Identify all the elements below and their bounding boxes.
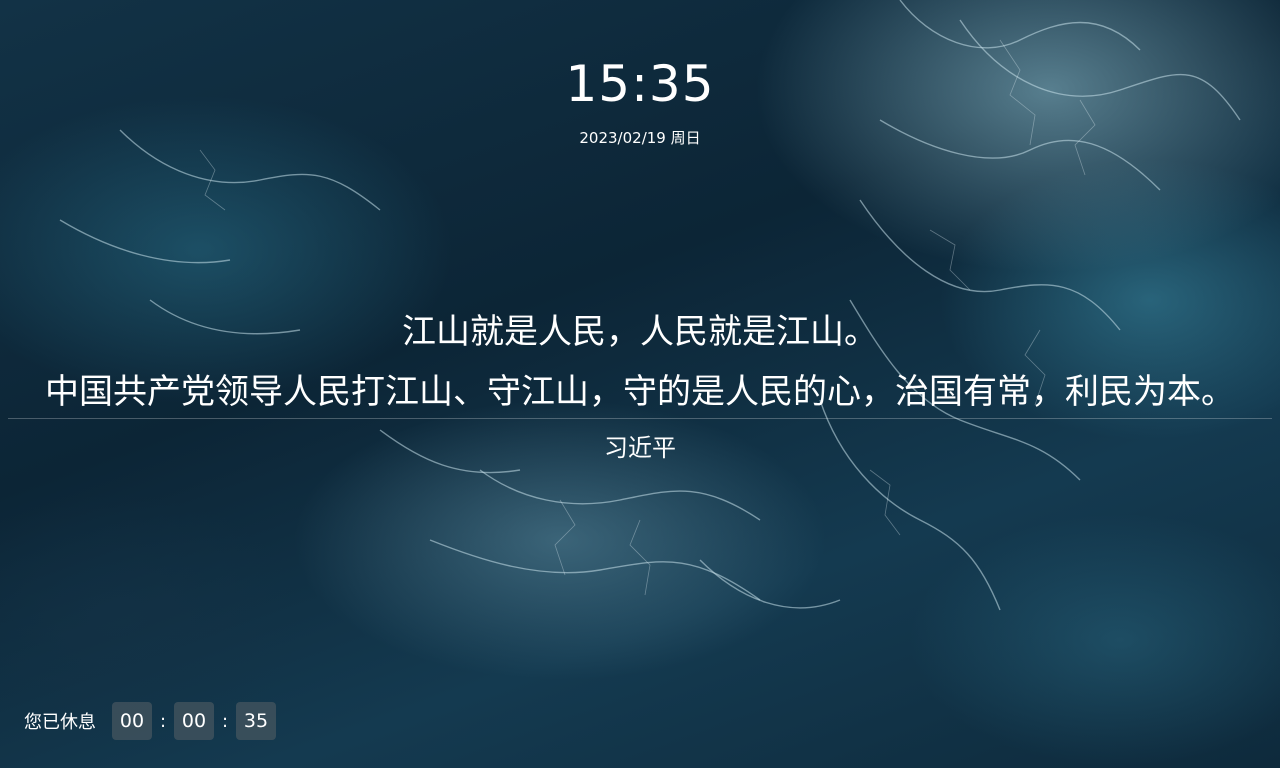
lock-screen: 15:35 2023/02/19 周日 江山就是人民，人民就是江山。 中国共产党… — [0, 0, 1280, 768]
quote-author: 习近平 — [604, 434, 676, 462]
rest-timer-seconds: 35 — [236, 702, 276, 740]
rest-timer-separator: : — [221, 710, 229, 732]
rest-timer-hours: 00 — [112, 702, 152, 740]
quote-line-1: 江山就是人民，人民就是江山。 — [402, 312, 878, 352]
rest-timer: 您已休息 00 : 00 : 35 — [24, 702, 276, 740]
rest-timer-separator: : — [159, 710, 167, 732]
quote-line-2: 中国共产党领导人民打江山、守江山，守的是人民的心，治国有常，利民为本。 — [45, 372, 1235, 412]
rest-timer-label: 您已休息 — [24, 712, 96, 733]
rest-timer-minutes: 00 — [174, 702, 214, 740]
clock-time: 15:35 — [565, 55, 715, 113]
quote-block: 江山就是人民，人民就是江山。 中国共产党领导人民打江山、守江山，守的是人民的心，… — [0, 302, 1280, 422]
clock-date: 2023/02/19 周日 — [579, 129, 701, 147]
quote-divider — [8, 418, 1272, 419]
